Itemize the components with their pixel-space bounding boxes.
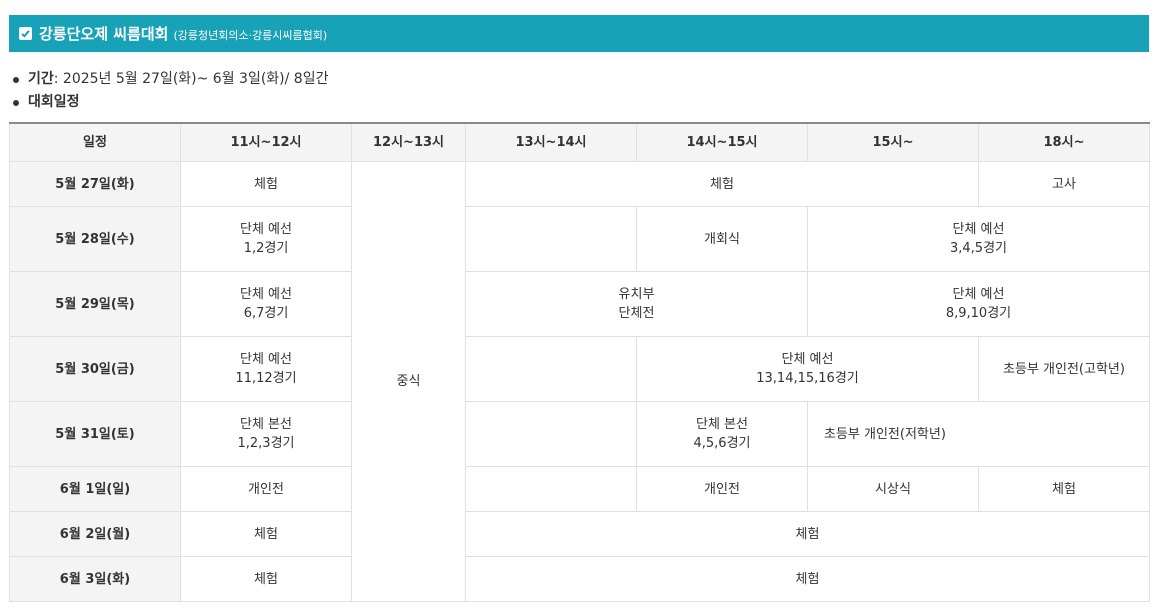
table-row: 6월 2일(월) 체험 체험 <box>9 511 1150 557</box>
cell-line: 13,14,15,16경기 <box>756 371 859 386</box>
table-cell: 체험 <box>978 466 1150 512</box>
table-cell: 단체 본선 1,2,3경기 <box>180 401 352 467</box>
date-cell: 6월 2일(월) <box>9 511 181 557</box>
cell-line: 단체 예선 <box>781 352 834 367</box>
period-label: 기간 <box>28 71 54 87</box>
table-cell: 단체 예선 6,7경기 <box>180 271 352 337</box>
lunch-cell: 중식 <box>351 161 466 602</box>
info-list: 기간 : 2025년 5월 27일(화)~ 6월 3일(화)/ 8일간 대회일정 <box>9 68 328 114</box>
table-cell: 체험 <box>180 161 352 207</box>
table-row: 5월 28일(수) 단체 예선 1,2경기 개회식 단체 예선 3,4,5경기 <box>9 206 1150 272</box>
table-cell: 단체 예선 1,2경기 <box>180 206 352 272</box>
table-cell <box>465 466 637 512</box>
header-cell: 일정 <box>9 122 181 162</box>
cell-line: 유치부 <box>618 287 655 302</box>
table-row: 5월 27일(화) 체험 중식 체험 고사 <box>9 161 1150 602</box>
bullet-icon <box>13 99 19 106</box>
table-cell: 개회식 <box>636 206 808 272</box>
date-cell: 6월 3일(화) <box>9 556 181 602</box>
table-cell: 초등부 개인전(저학년) <box>807 401 1150 467</box>
table-cell: 단체 예선 11,12경기 <box>180 336 352 402</box>
table-cell: 유치부단체전 <box>465 271 808 337</box>
header-cell: 14시~15시 <box>636 122 808 162</box>
table-cell: 체험 <box>180 556 352 602</box>
period-item: 기간 : 2025년 5월 27일(화)~ 6월 3일(화)/ 8일간 <box>9 68 328 91</box>
table-cell: 체험 <box>180 511 352 557</box>
cell-line: 단체 본선 <box>240 417 292 432</box>
header-cell: 18시~ <box>978 122 1150 162</box>
cell-line: 단체 예선 <box>952 222 1005 237</box>
table-cell: 단체 예선 8,9,10경기 <box>807 271 1150 337</box>
cell-line: 단체 예선 <box>240 222 292 237</box>
date-cell: 6월 1일(일) <box>9 466 181 512</box>
bullet-icon <box>13 76 19 83</box>
table-cell <box>465 336 637 402</box>
cell-line: 1,2경기 <box>243 241 289 256</box>
table-cell <box>465 401 637 467</box>
cell-line: 3,4,5경기 <box>950 241 1007 256</box>
header-cell: 11시~12시 <box>180 122 352 162</box>
table-cell: 단체 예선 13,14,15,16경기 <box>636 336 979 402</box>
cell-line: 단체 예선 <box>240 352 292 367</box>
table-cell: 체험 <box>465 511 1150 557</box>
table-row: 6월 1일(일) 개인전 개인전 시상식 체험 <box>9 466 1150 512</box>
cell-line: 6,7경기 <box>243 306 289 321</box>
cell-line: 8,9,10경기 <box>945 306 1012 321</box>
table-cell: 초등부 개인전(고학년) <box>978 336 1150 402</box>
table-cell: 고사 <box>978 161 1150 207</box>
date-cell: 5월 29일(목) <box>9 271 181 337</box>
header-cell: 13시~14시 <box>465 122 637 162</box>
cell-line: 1,2,3경기 <box>237 436 295 451</box>
date-cell: 5월 27일(화) <box>9 161 181 207</box>
table-cell <box>465 206 637 272</box>
cell-line: 11,12경기 <box>235 371 297 386</box>
table-cell: 개인전 <box>636 466 808 512</box>
banner-title: 강릉단오제 씨름대회 <box>39 25 169 43</box>
cell-line: 단체 예선 <box>952 287 1005 302</box>
cell-line: 단체 본선 <box>696 417 748 432</box>
table-row: 5월 29일(목) 단체 예선 6,7경기 유치부단체전 단체 예선 8,9,10경… <box>9 271 1150 337</box>
header-cell: 12시~13시 <box>351 122 466 162</box>
table-row: 6월 3일(화) 체험 체험 <box>9 556 1150 602</box>
schedule-item: 대회일정 <box>9 91 328 114</box>
period-value: : 2025년 5월 27일(화)~ 6월 3일(화)/ 8일간 <box>53 71 329 87</box>
header-row: 일정 11시~12시 12시~13시 13시~14시 14시~15시 15시~ … <box>9 122 1150 162</box>
cell-line: 4,5,6경기 <box>693 436 751 451</box>
table-cell: 시상식 <box>807 466 979 512</box>
cell-line: 단체전 <box>618 306 655 321</box>
table-cell: 단체 본선 4,5,6경기 <box>636 401 808 467</box>
date-cell: 5월 30일(금) <box>9 336 181 402</box>
cell-line: 단체 예선 <box>240 287 292 302</box>
table-cell: 체험 <box>465 556 1150 602</box>
schedule-label: 대회일정 <box>28 94 80 110</box>
table-row: 5월 30일(금) 단체 예선 11,12경기 단체 예선 13,14,15,16경… <box>9 336 1150 402</box>
table-row: 5월 31일(토) 단체 본선 1,2,3경기 단체 본선 4,5,6경기 초등부 … <box>9 401 1150 467</box>
table-cell: 개인전 <box>180 466 352 512</box>
table-cell: 단체 예선 3,4,5경기 <box>807 206 1150 272</box>
section-banner: 강릉단오제 씨름대회 (강릉청년회의소·강릉시씨름협회) <box>9 15 1149 52</box>
banner-subtitle: (강릉청년회의소·강릉시씨름협회) <box>173 28 328 42</box>
table-cell: 체험 <box>465 161 979 207</box>
header-cell: 15시~ <box>807 122 979 162</box>
checkbox-checked-icon <box>19 27 32 40</box>
date-cell: 5월 31일(토) <box>9 401 181 467</box>
schedule-table: 일정 11시~12시 12시~13시 13시~14시 14시~15시 15시~ … <box>9 122 1150 602</box>
date-cell: 5월 28일(수) <box>9 206 181 272</box>
